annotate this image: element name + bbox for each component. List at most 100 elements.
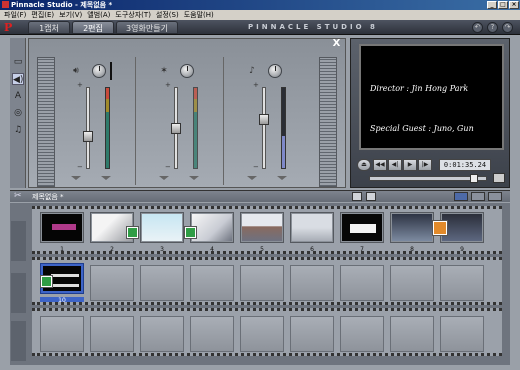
undo-icon[interactable]: ↶ xyxy=(472,22,483,33)
storyboard-row-1: 1 2 3 4 5 6 7 8 9 xyxy=(32,206,502,254)
empty-clip-slot[interactable] xyxy=(240,316,284,352)
empty-clip-slot[interactable] xyxy=(240,265,284,301)
balance-knob-1[interactable] xyxy=(92,64,106,78)
scissors-icon[interactable]: ✂ xyxy=(14,191,22,202)
row-marker-3 xyxy=(11,321,26,361)
scrubber-handle[interactable] xyxy=(470,174,479,183)
fade-down-icon[interactable] xyxy=(159,176,169,180)
text-view-icon[interactable] xyxy=(488,192,502,201)
split-clip-icon[interactable] xyxy=(352,192,362,201)
title-icon[interactable]: A xyxy=(12,90,24,102)
project-bar: ✂ 제목없음 * xyxy=(10,190,510,202)
step-forward-button[interactable]: |▶ xyxy=(418,159,432,171)
fade-up-icon[interactable] xyxy=(277,176,287,180)
maximize-button[interactable]: □ xyxy=(498,1,508,9)
empty-clip-slot[interactable] xyxy=(290,265,334,301)
storyboard-view-icon[interactable] xyxy=(454,192,468,201)
level-meter-1 xyxy=(105,87,110,169)
empty-clip-slot[interactable] xyxy=(440,265,484,301)
help-icon[interactable]: ? xyxy=(487,22,498,33)
disc-icon[interactable]: ◎ xyxy=(12,107,24,119)
trash-icon[interactable] xyxy=(366,192,376,201)
clip-thumbnail[interactable] xyxy=(390,212,434,243)
tab-edit[interactable]: 2편집 xyxy=(72,21,114,34)
credit-line-guest: Special Guest : Juno, Gun xyxy=(370,124,474,133)
menu-help[interactable]: 도움말(H) xyxy=(184,10,214,20)
clip-thumbnail[interactable] xyxy=(185,212,234,243)
empty-clip-slot[interactable] xyxy=(190,265,234,301)
empty-clip-slot[interactable] xyxy=(390,316,434,352)
empty-clip-slot[interactable] xyxy=(140,316,184,352)
menu-file[interactable]: 파일(F) xyxy=(4,10,26,20)
balance-knob-2[interactable] xyxy=(180,64,194,78)
volume-mixer-panel: 🔊︎ + − ✶ + − ♪ + − xyxy=(28,38,346,188)
empty-clip-slot[interactable] xyxy=(340,265,384,301)
empty-clip-slot[interactable] xyxy=(140,265,184,301)
minimize-button[interactable]: _ xyxy=(487,1,497,9)
minus-label-2: − xyxy=(165,163,171,171)
empty-clip-slot[interactable] xyxy=(440,316,484,352)
close-button[interactable]: × xyxy=(509,1,519,9)
knob-marker-1 xyxy=(110,62,112,80)
plus-label-2: + xyxy=(165,81,171,89)
transition-icon[interactable] xyxy=(433,221,447,235)
fade-up-icon[interactable] xyxy=(101,176,111,180)
empty-clip-slot[interactable] xyxy=(40,316,84,352)
clip-number: 9 xyxy=(460,246,464,253)
clip-number: 5 xyxy=(260,246,264,253)
project-title: 제목없음 * xyxy=(32,193,64,201)
clip-thumbnail[interactable] xyxy=(290,212,334,243)
menu-album[interactable]: 앨범(A) xyxy=(87,10,110,20)
menu-edit[interactable]: 편집(E) xyxy=(31,10,54,20)
clip-number: 1 xyxy=(60,246,64,253)
redo-icon[interactable]: ↷ xyxy=(502,22,513,33)
fade-up-icon[interactable] xyxy=(189,176,199,180)
balance-knob-3[interactable] xyxy=(268,64,282,78)
menu-settings[interactable]: 설정(S) xyxy=(156,10,179,20)
volume-slider-2[interactable] xyxy=(171,122,181,134)
clip-thumbnail[interactable] xyxy=(40,212,84,243)
clip-thumbnail[interactable] xyxy=(433,212,484,243)
clip-number: 2 xyxy=(110,246,114,253)
credit-line-director: Director : Jin Hong Park xyxy=(370,84,469,93)
row-marker-2 xyxy=(11,273,26,313)
minus-label-3: − xyxy=(253,163,259,171)
tab-make-movie[interactable]: 3영화만들기 xyxy=(116,21,178,34)
empty-clip-slot[interactable] xyxy=(390,265,434,301)
speaker-icon[interactable]: ◀) xyxy=(12,73,24,85)
product-brand: PINNACLE STUDIO 8 xyxy=(248,23,378,31)
background-music-icon: ♪ xyxy=(249,66,255,76)
empty-clip-slot[interactable] xyxy=(90,265,134,301)
transition-icon[interactable] xyxy=(127,227,138,238)
volume-slider-3[interactable] xyxy=(259,113,269,125)
film-icon[interactable]: ▭ xyxy=(12,56,24,68)
fade-down-icon[interactable] xyxy=(247,176,257,180)
empty-clip-slot[interactable] xyxy=(290,316,334,352)
empty-clip-slot[interactable] xyxy=(340,316,384,352)
mode-toolbar: P 1캡처 2편집 3영화만들기 PINNACLE STUDIO 8 ↶ ? ↷ xyxy=(0,20,520,35)
step-back-button[interactable]: ◀| xyxy=(388,159,402,171)
rewind-button[interactable]: ◀◀ xyxy=(373,159,387,171)
clip-thumbnail[interactable] xyxy=(90,212,138,243)
fade-down-icon[interactable] xyxy=(71,176,81,180)
music-icon[interactable]: ♫ xyxy=(12,124,24,136)
volume-slider-1[interactable] xyxy=(83,131,93,143)
clip-thumbnail[interactable] xyxy=(140,212,184,243)
selected-clip-thumbnail[interactable] xyxy=(40,263,84,294)
play-button[interactable]: ▶ xyxy=(403,159,417,171)
menu-view[interactable]: 보기(V) xyxy=(59,10,82,20)
tab-capture[interactable]: 1캡처 xyxy=(28,21,70,34)
timeline-view-icon[interactable] xyxy=(471,192,485,201)
menu-toolbox[interactable]: 도구상자(T) xyxy=(115,10,151,20)
empty-clip-slot[interactable] xyxy=(90,316,134,352)
transition-icon[interactable] xyxy=(41,276,52,287)
empty-clip-slot[interactable] xyxy=(190,316,234,352)
clip-thumbnail[interactable] xyxy=(240,212,284,243)
transition-icon[interactable] xyxy=(185,227,196,238)
clip-thumbnail[interactable] xyxy=(340,212,384,243)
volume-mini-icon[interactable] xyxy=(493,173,505,183)
timecode-display[interactable]: 0:01:35.24 xyxy=(439,159,491,171)
eject-button[interactable]: ⏏ xyxy=(357,159,371,171)
clip-number: 4 xyxy=(210,246,214,253)
close-toolbox-icon[interactable]: X xyxy=(331,38,342,49)
